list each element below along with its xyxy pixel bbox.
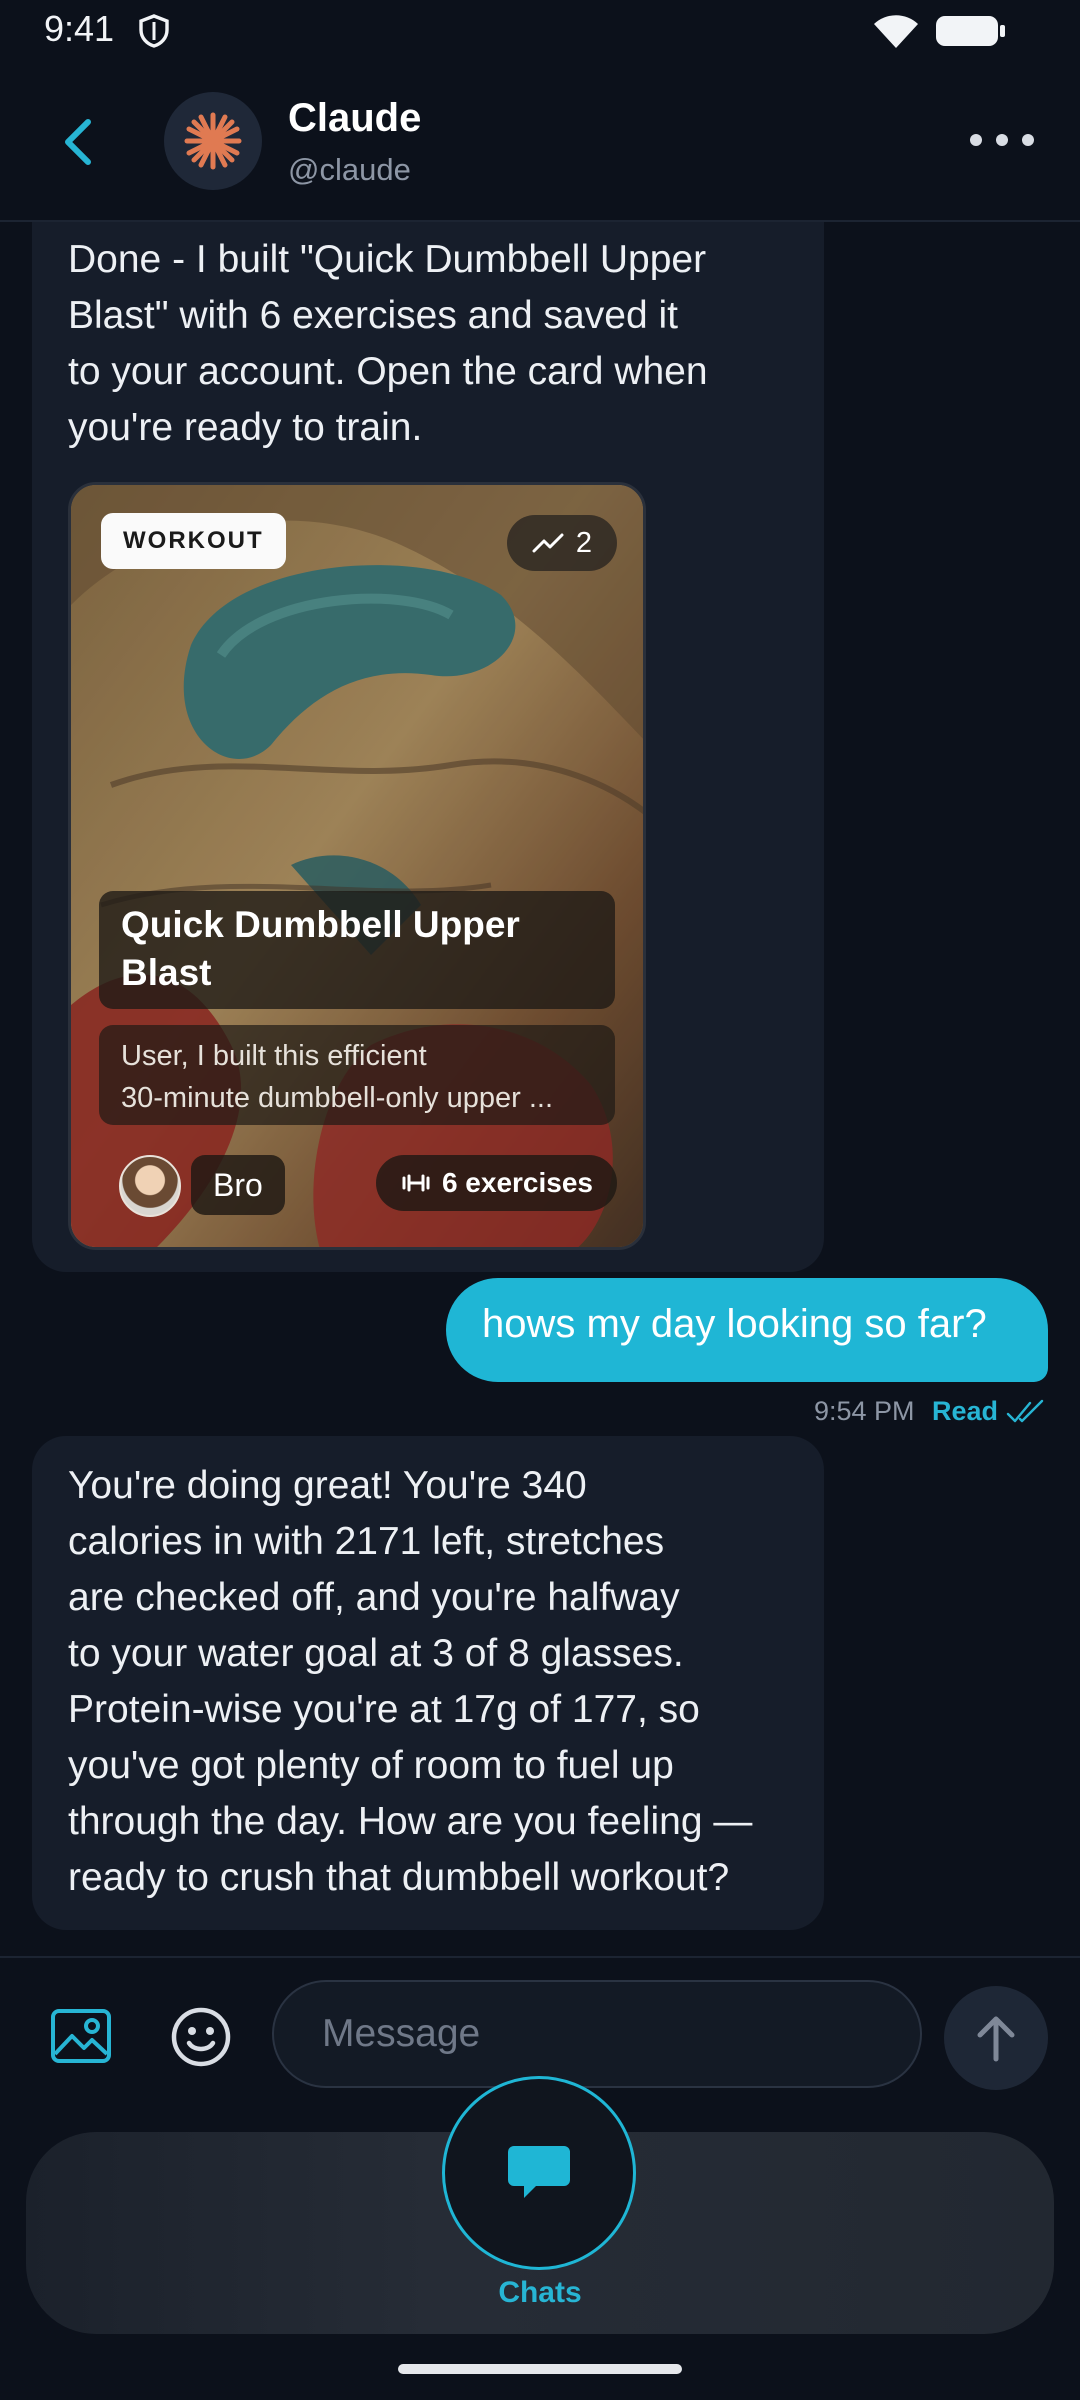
incoming-message-text: You're doing great! You're 340 calories … xyxy=(68,1464,753,1899)
message-input[interactable] xyxy=(272,1980,922,2088)
trend-icon xyxy=(532,533,564,553)
battery-icon xyxy=(936,16,1005,46)
card-title: Quick Dumbbell Upper Blast xyxy=(121,904,520,993)
message-timestamp: 9:54 PM xyxy=(814,1396,915,1426)
card-badge: WORKOUT xyxy=(101,513,286,569)
wifi-icon xyxy=(874,15,918,48)
claude-logo-icon xyxy=(184,112,242,170)
contact-handle: @claude xyxy=(288,152,411,187)
shield-icon xyxy=(139,14,169,48)
exercise-count: 6 exercises xyxy=(441,1167,593,1198)
author-avatar xyxy=(119,1155,181,1217)
author-name: Bro xyxy=(191,1155,285,1215)
workout-cover-image xyxy=(71,485,643,1247)
nav-chats-button[interactable] xyxy=(442,2076,636,2270)
trend-count: 2 xyxy=(575,526,593,559)
image-attach-icon[interactable] xyxy=(50,2008,112,2064)
status-time: 9:41 xyxy=(44,8,115,49)
back-arrow-icon[interactable] xyxy=(56,112,100,172)
composer-divider xyxy=(0,1956,1080,1958)
dumbbell-icon xyxy=(402,1174,430,1192)
incoming-message-text: Done - I built "Quick Dumbbell Upper Bla… xyxy=(68,238,708,449)
contact-name[interactable]: Claude xyxy=(288,96,421,141)
outgoing-message-text: hows my day looking so far? xyxy=(482,1302,987,1346)
card-description: User, I built this efficient 30-minute d… xyxy=(121,1040,554,1114)
arrow-up-icon xyxy=(977,2016,1015,2062)
exercise-count-badge: 6 exercises xyxy=(375,1155,617,1211)
chat-bubble-icon xyxy=(508,2146,570,2198)
workout-card[interactable]: WORKOUT 2 Quick Dumbbell Upper Blast Use… xyxy=(68,482,646,1250)
double-check-icon xyxy=(1006,1399,1044,1423)
home-indicator[interactable] xyxy=(398,2364,682,2374)
more-options-icon[interactable] xyxy=(970,120,1034,160)
nav-chats-label[interactable]: Chats xyxy=(440,2276,640,2310)
read-status: Read xyxy=(932,1396,999,1426)
emoji-icon[interactable] xyxy=(170,2006,232,2068)
trend-badge: 2 xyxy=(507,515,617,571)
send-button[interactable] xyxy=(944,1986,1048,2090)
contact-avatar[interactable] xyxy=(164,92,262,190)
